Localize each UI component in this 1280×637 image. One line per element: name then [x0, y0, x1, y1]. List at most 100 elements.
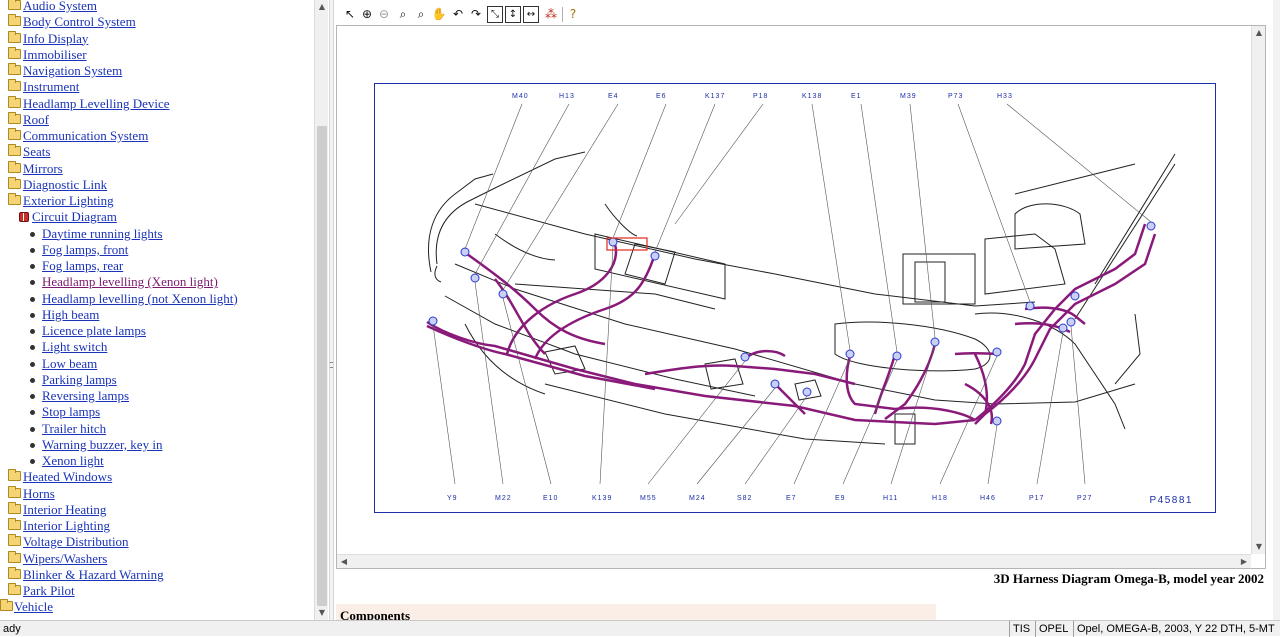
rotate-right-icon[interactable]: ↷ — [468, 6, 484, 23]
tree-item-link[interactable]: Daytime running lights — [42, 226, 163, 242]
tree-item-link[interactable]: Mirrors — [23, 161, 63, 177]
tree-item[interactable]: Navigation System — [0, 63, 314, 79]
zoom-area-icon[interactable]: ⌕ — [413, 6, 429, 23]
scroll-up-arrow-icon[interactable]: ▲ — [1252, 26, 1266, 40]
tree-item[interactable]: Vehicle — [0, 599, 314, 615]
zoom-in-icon[interactable]: ⊕ — [359, 6, 375, 23]
pane-splitter[interactable] — [329, 0, 334, 620]
tree-item[interactable]: Trailer hitch — [0, 421, 314, 437]
tree-item-link[interactable]: Headlamp Levelling Device — [23, 96, 170, 112]
tree-item-link[interactable]: Blinker & Hazard Warning — [23, 567, 164, 583]
tree-item-link[interactable]: Seats — [23, 144, 50, 160]
tree-item-link[interactable]: Exterior Lighting — [23, 193, 114, 209]
tree-item-link[interactable]: Light switch — [42, 339, 107, 355]
tree-item-link[interactable]: Interior Lighting — [23, 518, 110, 534]
tree-item-link[interactable]: Parking lamps — [42, 372, 117, 388]
fit-height-icon[interactable]: ↕ — [505, 6, 521, 23]
tree-item[interactable]: Low beam — [0, 356, 314, 372]
tree-item[interactable]: Instrument — [0, 79, 314, 95]
zoom-icon[interactable]: ⌕ — [395, 6, 411, 23]
tree-item[interactable]: Headlamp Levelling Device — [0, 95, 314, 112]
tree-item[interactable]: Heated Windows — [0, 469, 314, 485]
tree-item-link[interactable]: Instrument — [23, 79, 79, 95]
viewer-vertical-scrollbar[interactable]: ▲ ▼ — [1251, 26, 1265, 554]
tree-item-link[interactable]: Body Control System — [23, 14, 136, 30]
tree-item[interactable]: Info Display — [0, 30, 314, 47]
scroll-right-arrow-icon[interactable]: ▶ — [1237, 555, 1251, 569]
tree-item-link[interactable]: Warning buzzer, key in — [42, 437, 162, 453]
tree-item[interactable]: Light switch — [0, 339, 314, 355]
tree-scrollbar[interactable]: ▲ ▼ — [314, 0, 328, 620]
info-icon[interactable]: ? — [565, 6, 581, 23]
tree-item[interactable]: Stop lamps — [0, 404, 314, 420]
tree-item[interactable]: Reversing lamps — [0, 388, 314, 404]
tree-item[interactable]: Interior Heating — [0, 501, 314, 518]
tree-item[interactable]: Mirrors — [0, 160, 314, 177]
pan-hand-icon[interactable]: ✋ — [431, 6, 447, 23]
tree-item[interactable]: Park Pilot — [0, 583, 314, 599]
tree-item-link[interactable]: Licence plate lamps — [42, 323, 146, 339]
tree-item[interactable]: Wipers/Washers — [0, 550, 314, 567]
tree-item[interactable]: Audio System — [0, 0, 314, 14]
tree-item-link[interactable]: Wipers/Washers — [23, 551, 107, 567]
tree-item-link[interactable]: Xenon light — [42, 453, 104, 469]
tree-item-link[interactable]: Info Display — [23, 31, 88, 47]
tree-item[interactable]: Diagnostic Link — [0, 176, 314, 193]
tree-item[interactable]: Horns — [0, 485, 314, 502]
tree-item-link[interactable]: Horns — [23, 486, 55, 502]
tree-item[interactable]: Daytime running lights — [0, 226, 314, 242]
tree-item-link[interactable]: Reversing lamps — [42, 388, 129, 404]
tree-item-link[interactable]: Stop lamps — [42, 404, 100, 420]
tree-item[interactable]: Parking lamps — [0, 372, 314, 388]
tree-item[interactable]: Fog lamps, front — [0, 242, 314, 258]
tree-item-link[interactable]: Roof — [23, 112, 49, 128]
fit-window-icon[interactable]: ⤡ — [487, 6, 503, 23]
tree-item-link[interactable]: Headlamp levelling (not Xenon light) — [42, 291, 238, 307]
tree-item-link[interactable]: Circuit Diagram — [32, 209, 117, 225]
tree-item-link[interactable]: Interior Heating — [23, 502, 106, 518]
tree-item[interactable]: Seats — [0, 144, 314, 160]
tree-item[interactable]: Body Control System — [0, 14, 314, 30]
tree-item-link[interactable]: Communication System — [23, 128, 148, 144]
tree-item[interactable]: Interior Lighting — [0, 518, 314, 534]
tree-item[interactable]: Immobiliser — [0, 46, 314, 63]
tree-item-link[interactable]: Low beam — [42, 356, 97, 372]
viewer-horizontal-scrollbar[interactable]: ◀ ▶ — [337, 554, 1251, 568]
tree-item-link[interactable]: Vehicle — [14, 599, 53, 615]
tree-item-link[interactable]: Voltage Distribution — [23, 534, 129, 550]
tree-item[interactable]: Voltage Distribution — [0, 534, 314, 550]
tree-item-link[interactable]: Diagnostic Link — [23, 177, 107, 193]
scroll-up-arrow-icon[interactable]: ▲ — [315, 0, 329, 14]
tree-item[interactable]: High beam — [0, 307, 314, 323]
tree-item[interactable]: Fog lamps, rear — [0, 258, 314, 274]
scroll-left-arrow-icon[interactable]: ◀ — [337, 555, 351, 569]
zoom-out-icon[interactable]: ⊖ — [376, 6, 392, 23]
tree-item-link[interactable]: Headlamp levelling (Xenon light) — [42, 274, 218, 290]
tree-item-link[interactable]: Fog lamps, front — [42, 242, 128, 258]
tree-item-link[interactable]: Park Pilot — [23, 583, 75, 599]
tree-item-link[interactable]: Fog lamps, rear — [42, 258, 123, 274]
highlight-icon[interactable]: ⁂ — [543, 6, 559, 23]
tree-item-link[interactable]: Navigation System — [23, 63, 122, 79]
tree-item[interactable]: Warning buzzer, key in — [0, 437, 314, 453]
rotate-left-icon[interactable]: ↶ — [450, 6, 466, 23]
tree-item[interactable]: Exterior Lighting — [0, 193, 314, 209]
tree-item[interactable]: Xenon light — [0, 453, 314, 469]
tree-item[interactable]: Headlamp levelling (Xenon light) — [0, 274, 314, 290]
tree-item[interactable]: Circuit Diagram — [0, 209, 314, 225]
tree-item[interactable]: Communication System — [0, 128, 314, 144]
tree-item[interactable]: Headlamp levelling (not Xenon light) — [0, 291, 314, 307]
tree-item-link[interactable]: Immobiliser — [23, 47, 87, 63]
page-scrollbar[interactable] — [1273, 0, 1280, 620]
tree-item-link[interactable]: High beam — [42, 307, 99, 323]
tree-scroll-thumb[interactable] — [317, 126, 327, 606]
tree-item-link[interactable]: Trailer hitch — [42, 421, 106, 437]
tree-item[interactable]: Blinker & Hazard Warning — [0, 566, 314, 583]
scroll-down-arrow-icon[interactable]: ▼ — [315, 606, 329, 620]
fit-width-icon[interactable]: ↔ — [523, 6, 539, 23]
tree-item[interactable]: Roof — [0, 111, 314, 128]
tree-item-link[interactable]: Audio System — [23, 0, 97, 14]
tree-item-link[interactable]: Heated Windows — [23, 469, 112, 485]
scroll-down-arrow-icon[interactable]: ▼ — [1252, 540, 1266, 554]
select-arrow-icon[interactable]: ↖ — [342, 6, 358, 23]
